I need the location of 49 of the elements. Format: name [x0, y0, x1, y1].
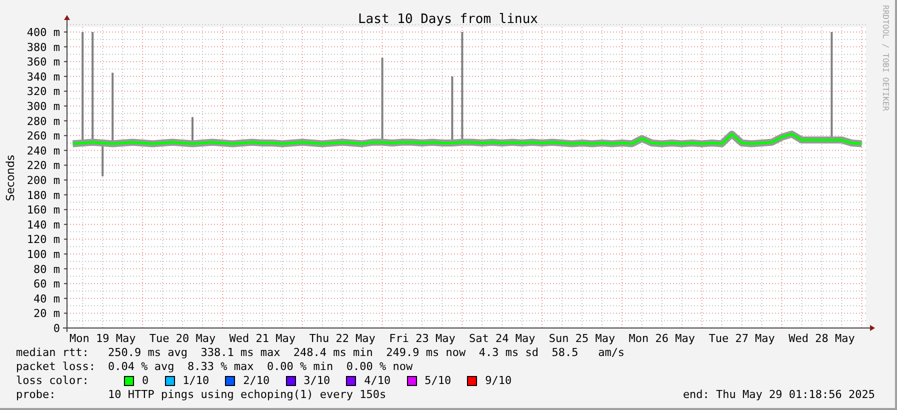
- y-tick-label: 360 m: [26, 56, 60, 69]
- x-tick-label: Fri 23 May: [389, 332, 456, 345]
- y-tick-label: 0: [53, 322, 60, 335]
- legend-label: loss color:: [16, 374, 90, 388]
- credit-text: RRDTOOL / TOBI OETIKER: [881, 5, 890, 111]
- x-tick-label: Wed 21 May: [229, 332, 296, 345]
- y-tick-label: 40 m: [34, 292, 60, 306]
- x-tick-label: Mon 19 May: [70, 332, 136, 345]
- y-tick-label: 240 m: [26, 144, 60, 158]
- legend-text: 10 HTTP pings using echoping(1) every 150s: [108, 388, 386, 402]
- legend-text: 0.04 % avg 8.33 % max 0.00 % min 0.00 % now: [108, 360, 413, 374]
- y-tick-label: 80 m: [34, 262, 60, 276]
- x-tick-label: Mon 26 May: [628, 332, 696, 345]
- y-tick-label: 120 m: [26, 233, 60, 246]
- legend-label: probe:: [16, 388, 57, 402]
- swatch-label: 2/10: [243, 374, 270, 388]
- swatch-label: 3/10: [304, 374, 330, 388]
- y-tick-label: 300 m: [26, 100, 60, 113]
- y-tick-label: 340 m: [26, 70, 60, 84]
- x-tick-label: Sat 24 May: [469, 332, 536, 345]
- swatch-label: 4/10: [364, 374, 391, 388]
- y-tick-label: 100 m: [26, 248, 60, 261]
- x-tick-label: Tue 20 May: [149, 332, 216, 345]
- swatch-label: 0: [142, 374, 149, 388]
- y-tick-label: 260 m: [26, 130, 60, 143]
- y-tick-label: 280 m: [26, 114, 60, 128]
- y-tick-label: 20 m: [34, 307, 60, 320]
- swatch-label: 9/10: [485, 374, 512, 388]
- x-tick-label: Wed 28 May: [788, 332, 855, 345]
- y-tick-label: 400 m: [26, 26, 60, 39]
- legend-label: median rtt:: [16, 346, 90, 360]
- y-tick-label: 320 m: [26, 85, 60, 98]
- x-tick-label: Thu 22 May: [309, 332, 376, 345]
- legend-text: 250.9 ms avg 338.1 ms max 248.4 ms min 249.9 ms now 4.3 ms sd 58.5 am/s: [108, 346, 625, 360]
- end-time: end: Thu May 29 01:18:56 2025: [682, 388, 875, 402]
- x-tick-label: Sun 25 May: [548, 332, 616, 345]
- swatch-label: 1/10: [182, 374, 210, 388]
- x-tick-label: Tue 27 May: [708, 332, 775, 345]
- y-axis-label: Seconds: [4, 154, 17, 202]
- y-tick-label: 220 m: [26, 159, 60, 172]
- y-tick-label: 140 m: [26, 218, 60, 232]
- swatch-label: 5/10: [424, 374, 452, 388]
- y-tick-label: 160 m: [26, 204, 60, 217]
- y-tick-label: 180 m: [26, 188, 60, 202]
- y-tick-label: 380 m: [26, 40, 60, 54]
- chart-title: Last 10 Days from linux: [358, 12, 538, 27]
- y-tick-label: 200 m: [26, 174, 60, 187]
- legend-label: packet loss:: [16, 360, 96, 374]
- y-tick-label: 60 m: [34, 278, 60, 291]
